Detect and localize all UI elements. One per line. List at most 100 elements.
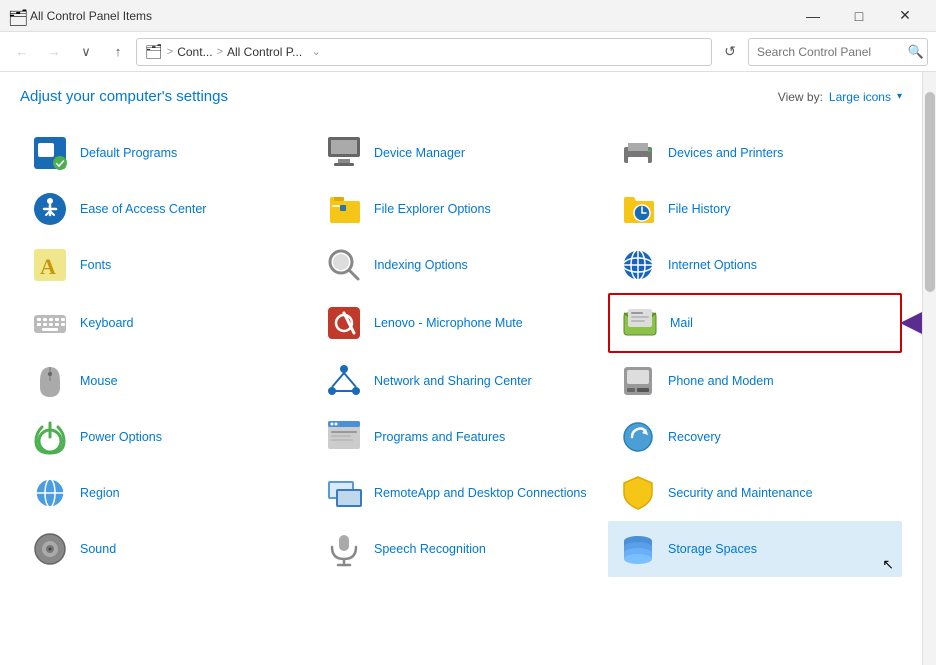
item-label-file-history: File History <box>668 201 731 217</box>
item-label-file-explorer-options: File Explorer Options <box>374 201 491 217</box>
item-label-storage-spaces: Storage Spaces <box>668 541 757 557</box>
address-sep: > <box>167 46 173 58</box>
addressbar: ← → ∨ ↑ 🗂 > Cont... > All Control P... ⌄… <box>0 32 936 72</box>
item-label-devices-and-printers: Devices and Printers <box>668 145 783 161</box>
item-device-manager[interactable]: Device Manager <box>314 125 608 181</box>
view-by-value[interactable]: Large icons <box>829 90 891 104</box>
dropdown-chevron: ⌄ <box>306 45 321 58</box>
item-icon-storage-spaces <box>618 529 658 569</box>
item-icon-internet-options <box>618 245 658 285</box>
svg-text:A: A <box>40 254 56 279</box>
view-by-container: View by: Large icons ▾ <box>778 90 902 104</box>
item-storage-spaces[interactable]: Storage Spaces ↖ <box>608 521 902 577</box>
item-icon-mail <box>620 303 660 343</box>
item-file-history[interactable]: File History <box>608 181 902 237</box>
item-label-indexing-options: Indexing Options <box>374 257 468 273</box>
item-icon-lenovo-microphone <box>324 303 364 343</box>
item-file-explorer-options[interactable]: File Explorer Options <box>314 181 608 237</box>
item-icon-ease-of-access <box>30 189 70 229</box>
item-icon-recovery <box>618 417 658 457</box>
mouse-cursor: ↖ <box>882 556 894 573</box>
annotation-arrow <box>900 308 922 338</box>
item-label-recovery: Recovery <box>668 429 721 445</box>
item-speech-recognition[interactable]: Speech Recognition <box>314 521 608 577</box>
item-phone-modem[interactable]: Phone and Modem <box>608 353 902 409</box>
item-icon-remoteapp <box>324 473 364 513</box>
search-icon-button[interactable]: 🔍 <box>908 44 924 60</box>
item-label-remoteapp: RemoteApp and Desktop Connections <box>374 485 587 501</box>
search-container: 🔍 <box>748 38 928 66</box>
item-icon-security-maintenance <box>618 473 658 513</box>
item-icon-network-sharing <box>324 361 364 401</box>
item-label-device-manager: Device Manager <box>374 145 465 161</box>
items-grid: Default Programs Device Manager Devices an… <box>20 125 902 577</box>
item-label-fonts: Fonts <box>80 257 111 273</box>
dropdown-button[interactable]: ∨ <box>72 38 100 66</box>
item-icon-mouse <box>30 361 70 401</box>
item-icon-file-explorer-options <box>324 189 364 229</box>
minimize-button[interactable]: — <box>790 0 836 32</box>
item-ease-of-access[interactable]: Ease of Access Center <box>20 181 314 237</box>
item-icon-phone-modem <box>618 361 658 401</box>
page-title: Adjust your computer's settings <box>20 88 228 105</box>
item-icon-programs-features <box>324 417 364 457</box>
search-input[interactable] <box>748 38 928 66</box>
item-icon-devices-and-printers <box>618 133 658 173</box>
item-programs-features[interactable]: Programs and Features <box>314 409 608 465</box>
item-icon-region <box>30 473 70 513</box>
window-controls: — □ ✕ <box>790 0 928 32</box>
item-icon-power-options <box>30 417 70 457</box>
item-label-security-maintenance: Security and Maintenance <box>668 485 813 501</box>
item-icon-keyboard <box>30 303 70 343</box>
item-label-mail: Mail <box>670 315 693 331</box>
item-power-options[interactable]: Power Options <box>20 409 314 465</box>
item-default-programs[interactable]: Default Programs <box>20 125 314 181</box>
item-fonts[interactable]: A Fonts <box>20 237 314 293</box>
item-label-speech-recognition: Speech Recognition <box>374 541 486 557</box>
item-remoteapp[interactable]: RemoteApp and Desktop Connections <box>314 465 608 521</box>
item-network-sharing[interactable]: Network and Sharing Center <box>314 353 608 409</box>
item-label-internet-options: Internet Options <box>668 257 757 273</box>
back-button[interactable]: ← <box>8 38 36 66</box>
item-icon-file-history <box>618 189 658 229</box>
breadcrumb-1: Cont... <box>177 45 212 59</box>
titlebar: 🗂 All Control Panel Items — □ ✕ <box>0 0 936 32</box>
item-internet-options[interactable]: Internet Options <box>608 237 902 293</box>
up-button[interactable]: ↑ <box>104 38 132 66</box>
view-by-label: View by: <box>778 90 823 104</box>
item-devices-and-printers[interactable]: Devices and Printers <box>608 125 902 181</box>
refresh-button[interactable]: ↺ <box>716 38 744 66</box>
close-button[interactable]: ✕ <box>882 0 928 32</box>
item-mail[interactable]: Mail <box>608 293 902 353</box>
item-sound[interactable]: Sound <box>20 521 314 577</box>
content-panel: Adjust your computer's settings View by:… <box>0 72 922 665</box>
window-title: All Control Panel Items <box>30 9 152 23</box>
app-icon: 🗂 <box>8 8 24 24</box>
item-indexing-options[interactable]: Indexing Options <box>314 237 608 293</box>
item-label-keyboard: Keyboard <box>80 315 134 331</box>
item-icon-default-programs <box>30 133 70 173</box>
item-label-default-programs: Default Programs <box>80 145 177 161</box>
item-mouse[interactable]: Mouse <box>20 353 314 409</box>
item-icon-indexing-options <box>324 245 364 285</box>
main-area: Adjust your computer's settings View by:… <box>0 72 936 665</box>
maximize-button[interactable]: □ <box>836 0 882 32</box>
scrollbar-track[interactable] <box>922 72 936 665</box>
item-label-lenovo-microphone: Lenovo - Microphone Mute <box>374 315 523 331</box>
address-field[interactable]: 🗂 > Cont... > All Control P... ⌄ <box>136 38 712 66</box>
view-by-arrow: ▾ <box>897 91 902 102</box>
item-security-maintenance[interactable]: Security and Maintenance <box>608 465 902 521</box>
item-keyboard[interactable]: Keyboard <box>20 293 314 353</box>
scrollbar-thumb[interactable] <box>925 92 935 292</box>
item-label-sound: Sound <box>80 541 116 557</box>
item-icon-fonts: A <box>30 245 70 285</box>
content-header: Adjust your computer's settings View by:… <box>20 88 902 105</box>
item-label-region: Region <box>80 485 120 501</box>
item-label-power-options: Power Options <box>80 429 162 445</box>
breadcrumb-2: All Control P... <box>227 45 302 59</box>
item-lenovo-microphone[interactable]: Lenovo - Microphone Mute <box>314 293 608 353</box>
forward-button[interactable]: → <box>40 38 68 66</box>
item-label-ease-of-access: Ease of Access Center <box>80 201 206 217</box>
item-region[interactable]: Region <box>20 465 314 521</box>
item-recovery[interactable]: Recovery <box>608 409 902 465</box>
